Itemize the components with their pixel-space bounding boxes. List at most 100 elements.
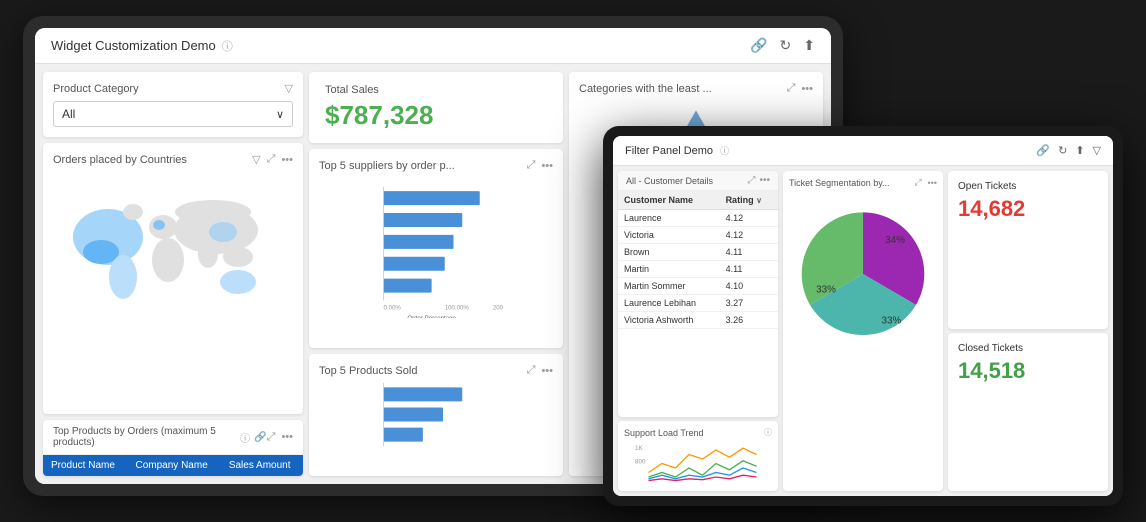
expand-ticket-icon[interactable]: ⤢: [914, 177, 921, 188]
suppliers-title-row: Top 5 suppliers by order p... ⤢ •••: [319, 159, 553, 172]
more-products-icon[interactable]: •••: [541, 365, 553, 377]
products-sold-chart-svg: [319, 383, 553, 453]
more-ticket-icon[interactable]: •••: [928, 178, 937, 188]
table-row: Brown 4.11: [618, 244, 778, 261]
col-customer-name[interactable]: Customer Name: [618, 191, 720, 210]
expand-customer-icon[interactable]: ⤢: [747, 175, 755, 186]
products-sold-card-icons: ⤢ •••: [527, 364, 553, 377]
rating-cell: 3.27: [720, 295, 778, 312]
products-sold-title: Top 5 Products Sold: [319, 365, 417, 377]
table-title-text: Top Products by Orders (maximum 5 produc…: [53, 426, 236, 448]
expand-table-icon[interactable]: ⤢: [267, 431, 276, 444]
map-svg: [53, 172, 293, 332]
table-header-row: Top Products by Orders (maximum 5 produc…: [43, 420, 303, 455]
left-column: Product Category ▽ All ∨ Orders plac: [43, 72, 303, 476]
ticket-seg-title-row: Ticket Segmentation by... ⤢ •••: [789, 177, 937, 188]
closed-tickets-card: Closed Tickets 14,518: [948, 333, 1108, 491]
svg-text:200: 200: [493, 304, 504, 311]
dashboard-header: Widget Customization Demo ⓘ 🔗 ↻ ⬆: [35, 28, 831, 64]
front-filter-icon[interactable]: ▽: [1093, 144, 1101, 157]
front-left-column: All - Customer Details ⤢ ••• Customer Na…: [618, 171, 778, 491]
info-support-icon: ⓘ: [764, 427, 772, 438]
header-icons: 🔗 ↻ ⬆: [750, 37, 815, 54]
front-header-icons: 🔗 ↻ ⬆ ▽: [1036, 144, 1101, 157]
customer-name-cell: Laurence: [618, 210, 720, 227]
col-product-name: Product Name: [43, 455, 128, 476]
expand-categories-icon[interactable]: ⤢: [787, 82, 796, 95]
support-trend-title: Support Load Trend: [624, 428, 704, 438]
front-tablet: Filter Panel Demo ⓘ 🔗 ↻ ⬆ ▽ All - Custom…: [603, 126, 1123, 506]
front-right-column: Open Tickets 14,682 Closed Tickets 14,51…: [948, 171, 1108, 491]
expand-map-icon[interactable]: ⤢: [267, 153, 276, 166]
more-table-icon[interactable]: •••: [281, 431, 293, 443]
customer-name-cell: Martin Sommer: [618, 278, 720, 295]
svg-text:1K: 1K: [635, 445, 644, 452]
ticket-seg-title: Ticket Segmentation by...: [789, 178, 890, 188]
rating-cell: 4.12: [720, 227, 778, 244]
svg-text:33%: 33%: [816, 285, 836, 296]
suppliers-chart: 0.00% 100.00% 200 Order Percentage: [319, 178, 553, 338]
more-categories-icon[interactable]: •••: [801, 83, 813, 95]
filter-card: Product Category ▽ All ∨: [43, 72, 303, 137]
svg-text:800: 800: [635, 459, 646, 466]
customer-name-cell: Brown: [618, 244, 720, 261]
svg-text:34%: 34%: [885, 235, 905, 246]
front-header: Filter Panel Demo ⓘ 🔗 ↻ ⬆ ▽: [613, 136, 1113, 166]
svg-text:100.00%: 100.00%: [445, 304, 470, 311]
table-row: Victoria Ashworth 3.26: [618, 312, 778, 329]
more-suppliers-icon[interactable]: •••: [541, 160, 553, 172]
customer-name-cell: Martin: [618, 261, 720, 278]
suppliers-title: Top 5 suppliers by order p...: [319, 160, 455, 172]
col-rating[interactable]: Rating ∨: [720, 191, 778, 210]
support-trend-chart-svg: 1K 800: [624, 441, 772, 486]
front-export-icon[interactable]: ⬆: [1075, 144, 1084, 157]
table-row: Laurence Lebihan 3.27: [618, 295, 778, 312]
support-trend-card: Support Load Trend ⓘ 1K 800: [618, 421, 778, 491]
open-tickets-card: Open Tickets 14,682: [948, 171, 1108, 329]
front-body: All - Customer Details ⤢ ••• Customer Na…: [613, 166, 1113, 496]
svg-text:Order Percentage: Order Percentage: [407, 315, 456, 318]
select-value: All: [62, 107, 75, 121]
products-table-card: Top Products by Orders (maximum 5 produc…: [43, 420, 303, 476]
filter-map-icon[interactable]: ▽: [252, 153, 260, 166]
categories-title: Categories with the least ...: [579, 83, 712, 95]
table-row: Martin 4.11: [618, 261, 778, 278]
support-title-row: Support Load Trend ⓘ: [624, 427, 772, 438]
front-info-icon: ⓘ: [720, 146, 729, 156]
front-refresh-icon[interactable]: ↻: [1058, 144, 1067, 157]
expand-suppliers-icon[interactable]: ⤢: [527, 159, 536, 172]
link-icon[interactable]: 🔗: [750, 37, 767, 54]
suppliers-chart-card: Top 5 suppliers by order p... ⤢ •••: [309, 149, 563, 348]
rating-cell: 4.12: [720, 210, 778, 227]
export-icon[interactable]: ⬆: [803, 37, 815, 54]
refresh-icon[interactable]: ↻: [780, 37, 792, 54]
map-title: Orders placed by Countries: [53, 154, 187, 166]
pie-chart-svg: 34% 33% 33%: [789, 194, 937, 354]
customer-name-cell: Laurence Lebihan: [618, 295, 720, 312]
table-card-icons: ⤢ •••: [267, 431, 293, 444]
open-tickets-value: 14,682: [958, 196, 1098, 222]
front-link-icon[interactable]: 🔗: [1036, 144, 1050, 157]
map-card: Orders placed by Countries ▽ ⤢ •••: [43, 143, 303, 414]
rating-cell: 4.10: [720, 278, 778, 295]
front-title-row: Filter Panel Demo ⓘ: [625, 144, 729, 157]
total-sales-card: Total Sales $787,328: [309, 72, 563, 143]
customer-table-col-headers: Customer Name Rating ∨: [618, 191, 778, 210]
table-link-icon[interactable]: 🔗: [254, 432, 266, 443]
col-sales-amount: Sales Amount: [221, 455, 303, 476]
products-sold-chart-card: Top 5 Products Sold ⤢ •••: [309, 354, 563, 476]
table-info-icon: ⓘ: [240, 430, 250, 445]
more-customer-icon[interactable]: •••: [759, 175, 770, 186]
svg-text:0.00%: 0.00%: [384, 304, 402, 311]
customer-table-title: All - Customer Details: [626, 176, 713, 186]
more-map-icon[interactable]: •••: [281, 154, 293, 166]
customer-table-body: Laurence 4.12 Victoria 4.12 Brown 4.11: [618, 210, 778, 329]
table-row: Martin Sommer 4.10: [618, 278, 778, 295]
products-sold-title-row: Top 5 Products Sold ⤢ •••: [319, 364, 553, 377]
map-title-row: Orders placed by Countries ▽ ⤢ •••: [53, 153, 293, 166]
title-text: Widget Customization Demo: [51, 38, 216, 53]
product-category-select[interactable]: All ∨: [53, 101, 293, 127]
categories-title-row: Categories with the least ... ⤢ •••: [579, 82, 813, 95]
filter-label-text: Product Category: [53, 83, 139, 95]
expand-products-icon[interactable]: ⤢: [527, 364, 536, 377]
